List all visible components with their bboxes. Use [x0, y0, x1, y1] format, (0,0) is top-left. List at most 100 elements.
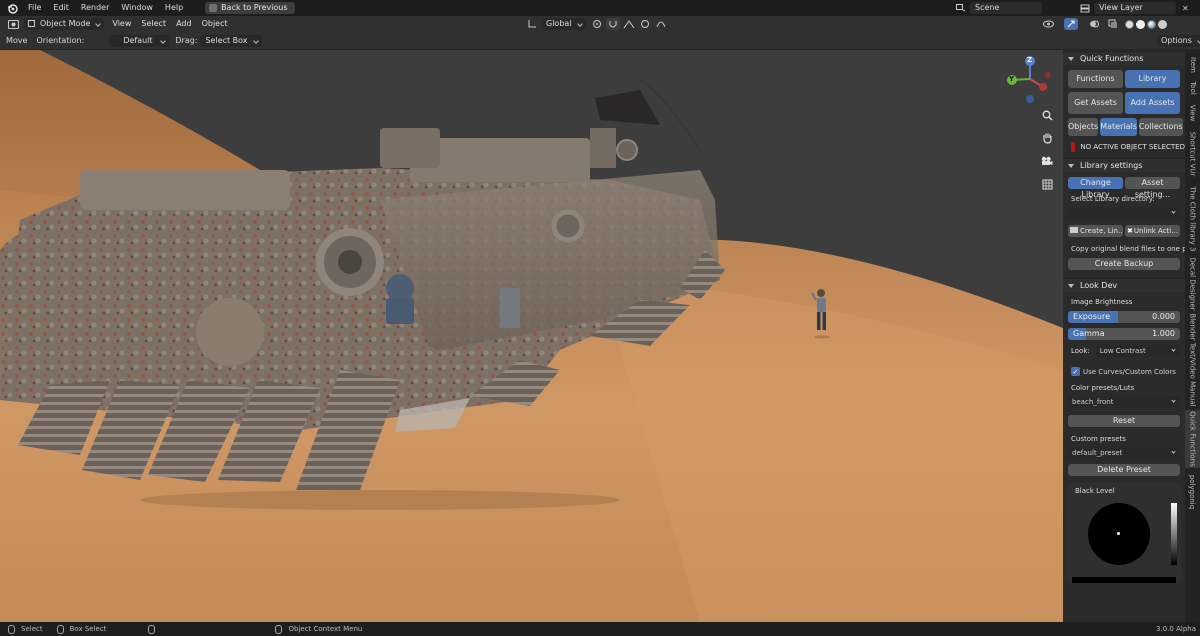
material-shading-icon[interactable] — [1147, 19, 1156, 29]
tab-item[interactable]: Item — [1185, 54, 1200, 76]
tab-item-label: Item — [1188, 57, 1197, 73]
tab-tool[interactable]: Tool — [1185, 78, 1200, 98]
color-preset-value: beach_front — [1072, 398, 1114, 406]
menu-render[interactable]: Render — [75, 0, 115, 16]
3d-viewport[interactable]: Z Y — [0, 50, 1063, 622]
chevron-down-icon — [1171, 398, 1176, 403]
add-assets-button[interactable]: Add Assets — [1125, 92, 1180, 114]
options-dropdown[interactable]: Options — [1157, 35, 1200, 47]
proportional-edit-icon[interactable] — [638, 18, 652, 30]
delete-preset-button[interactable]: Delete Preset — [1068, 464, 1180, 476]
create-link-button[interactable]: Create, Lin... — [1068, 225, 1123, 237]
view-layer-field[interactable]: View Layer — [1094, 2, 1176, 14]
exposure-value: 0.000 — [1152, 312, 1175, 321]
pivot-point-icon[interactable] — [590, 18, 604, 30]
gamma-slider[interactable]: Gamma 1.000 — [1068, 328, 1180, 340]
zoom-icon[interactable] — [1040, 108, 1054, 122]
blender-logo-icon[interactable] — [6, 2, 18, 14]
library-settings-title: Library settings — [1080, 161, 1143, 170]
create-backup-button[interactable]: Create Backup — [1068, 258, 1180, 270]
menu-help[interactable]: Help — [159, 0, 189, 16]
chevron-down-icon — [1171, 449, 1176, 454]
overlay-toggle-icon[interactable] — [1087, 18, 1101, 30]
remove-view-layer-icon[interactable]: ✕ — [1182, 4, 1189, 13]
header-menu-select[interactable]: Select — [136, 16, 171, 32]
scene-icon — [952, 4, 970, 12]
xray-toggle-icon[interactable] — [1106, 18, 1120, 30]
tab-decal-designer[interactable]: Decal Designer — [1185, 257, 1200, 310]
back-to-previous-label: Back to Previous — [221, 3, 288, 12]
perspective-grid-icon[interactable] — [1040, 177, 1054, 191]
look-dropdown[interactable]: Low Contrast — [1095, 345, 1180, 357]
color-wheel-cursor[interactable] — [1117, 532, 1120, 535]
scene-name-field[interactable]: Scene — [970, 2, 1042, 14]
objects-tab-button[interactable]: Objects — [1068, 118, 1099, 136]
chevron-down-icon — [1171, 347, 1176, 352]
navigation-gizmo[interactable]: Z Y — [1000, 55, 1052, 109]
orientation-axes-icon — [525, 18, 539, 30]
header-menu-view[interactable]: View — [107, 16, 136, 32]
view-layer-selector[interactable]: View Layer ✕ — [1076, 2, 1189, 14]
visibility-eye-icon[interactable] — [1041, 18, 1055, 30]
library-directory-dropdown[interactable] — [1068, 207, 1180, 219]
wireframe-shading-icon[interactable] — [1125, 19, 1134, 29]
tab-polygoniq[interactable]: polygoniq — [1185, 472, 1200, 512]
tab-quick-functions[interactable]: Quick Functions — [1185, 410, 1200, 468]
unlink-active-button[interactable]: ✖Unlink Acti... — [1125, 225, 1180, 237]
look-dev-header[interactable]: Look Dev — [1063, 278, 1185, 292]
menu-window[interactable]: Window — [115, 0, 159, 16]
color-preset-dropdown[interactable]: beach_front — [1068, 396, 1180, 408]
black-level-swatch[interactable] — [1072, 577, 1176, 583]
editor-type-icon[interactable] — [6, 18, 20, 30]
falloff-curve-icon[interactable] — [654, 18, 668, 30]
folder-icon — [1070, 227, 1078, 233]
color-wheel[interactable] — [1088, 503, 1150, 565]
tab-view[interactable]: View — [1185, 102, 1200, 124]
get-assets-button[interactable]: Get Assets — [1068, 92, 1123, 114]
unlink-active-label: Unlink Acti... — [1133, 227, 1178, 235]
gamma-value: 1.000 — [1152, 329, 1175, 338]
orientation-dropdown[interactable]: Default — [109, 34, 170, 47]
tab-quick-functions-label: Quick Functions — [1188, 411, 1197, 467]
reset-button[interactable]: Reset — [1068, 415, 1180, 427]
rendered-shading-icon[interactable] — [1158, 19, 1167, 29]
gamma-label: Gamma — [1073, 329, 1105, 338]
drag-dropdown[interactable]: Select Box — [200, 34, 262, 47]
orientation-label: Orientation: — [36, 36, 85, 45]
collections-tab-button[interactable]: Collections — [1138, 118, 1183, 136]
warning-color-swatch — [1071, 142, 1076, 152]
object-mode-dropdown[interactable]: Object Mode — [24, 18, 105, 30]
value-slider-bar[interactable] — [1171, 503, 1177, 565]
asset-setting-button[interactable]: Asset setting... — [1125, 177, 1180, 199]
change-library-button[interactable]: Change Library — [1068, 177, 1123, 199]
transform-orientation-dropdown[interactable]: Global — [543, 18, 586, 30]
scene-selector[interactable]: Scene — [952, 2, 1042, 14]
gizmo-toggle-icon[interactable] — [1064, 18, 1078, 30]
snap-toggle-icon[interactable] — [605, 18, 620, 30]
quick-functions-header[interactable]: Quick Functions — [1063, 51, 1185, 65]
header-menu-object[interactable]: Object — [197, 16, 233, 32]
orientation-value: Default — [123, 35, 153, 45]
functions-tab-button[interactable]: Functions — [1068, 70, 1123, 88]
exposure-slider[interactable]: Exposure 0.000 — [1068, 311, 1180, 323]
look-dev-title: Look Dev — [1080, 281, 1118, 290]
pan-hand-icon[interactable] — [1040, 131, 1054, 145]
image-brightness-label: Image Brightness — [1071, 298, 1133, 306]
tool-settings-bar: Move Orientation: Default Drag: Select B… — [0, 32, 1200, 50]
camera-view-icon[interactable] — [1040, 154, 1054, 168]
menu-edit[interactable]: Edit — [47, 0, 75, 16]
materials-tab-button[interactable]: Materials — [1100, 118, 1137, 136]
menu-file[interactable]: File — [22, 0, 47, 16]
back-to-previous-button[interactable]: Back to Previous — [205, 2, 295, 14]
header-menu-add[interactable]: Add — [171, 16, 197, 32]
tab-shortcut-vur[interactable]: Shortcut VUr — [1185, 128, 1200, 180]
custom-preset-dropdown[interactable]: default_preset — [1068, 447, 1180, 459]
tab-blender-manual[interactable]: Blender Text/Video Manual — [1185, 313, 1200, 406]
snap-target-icon[interactable] — [622, 18, 636, 30]
custom-presets-label: Custom presets — [1071, 435, 1126, 443]
tab-cloth-library[interactable]: The Cloth library 3 — [1185, 184, 1200, 254]
solid-shading-icon[interactable] — [1136, 19, 1145, 29]
library-settings-header[interactable]: Library settings — [1063, 158, 1185, 172]
use-curves-checkbox[interactable]: ✓ Use Curves/Custom Colors — [1071, 367, 1185, 376]
library-tab-button[interactable]: Library — [1125, 70, 1180, 88]
